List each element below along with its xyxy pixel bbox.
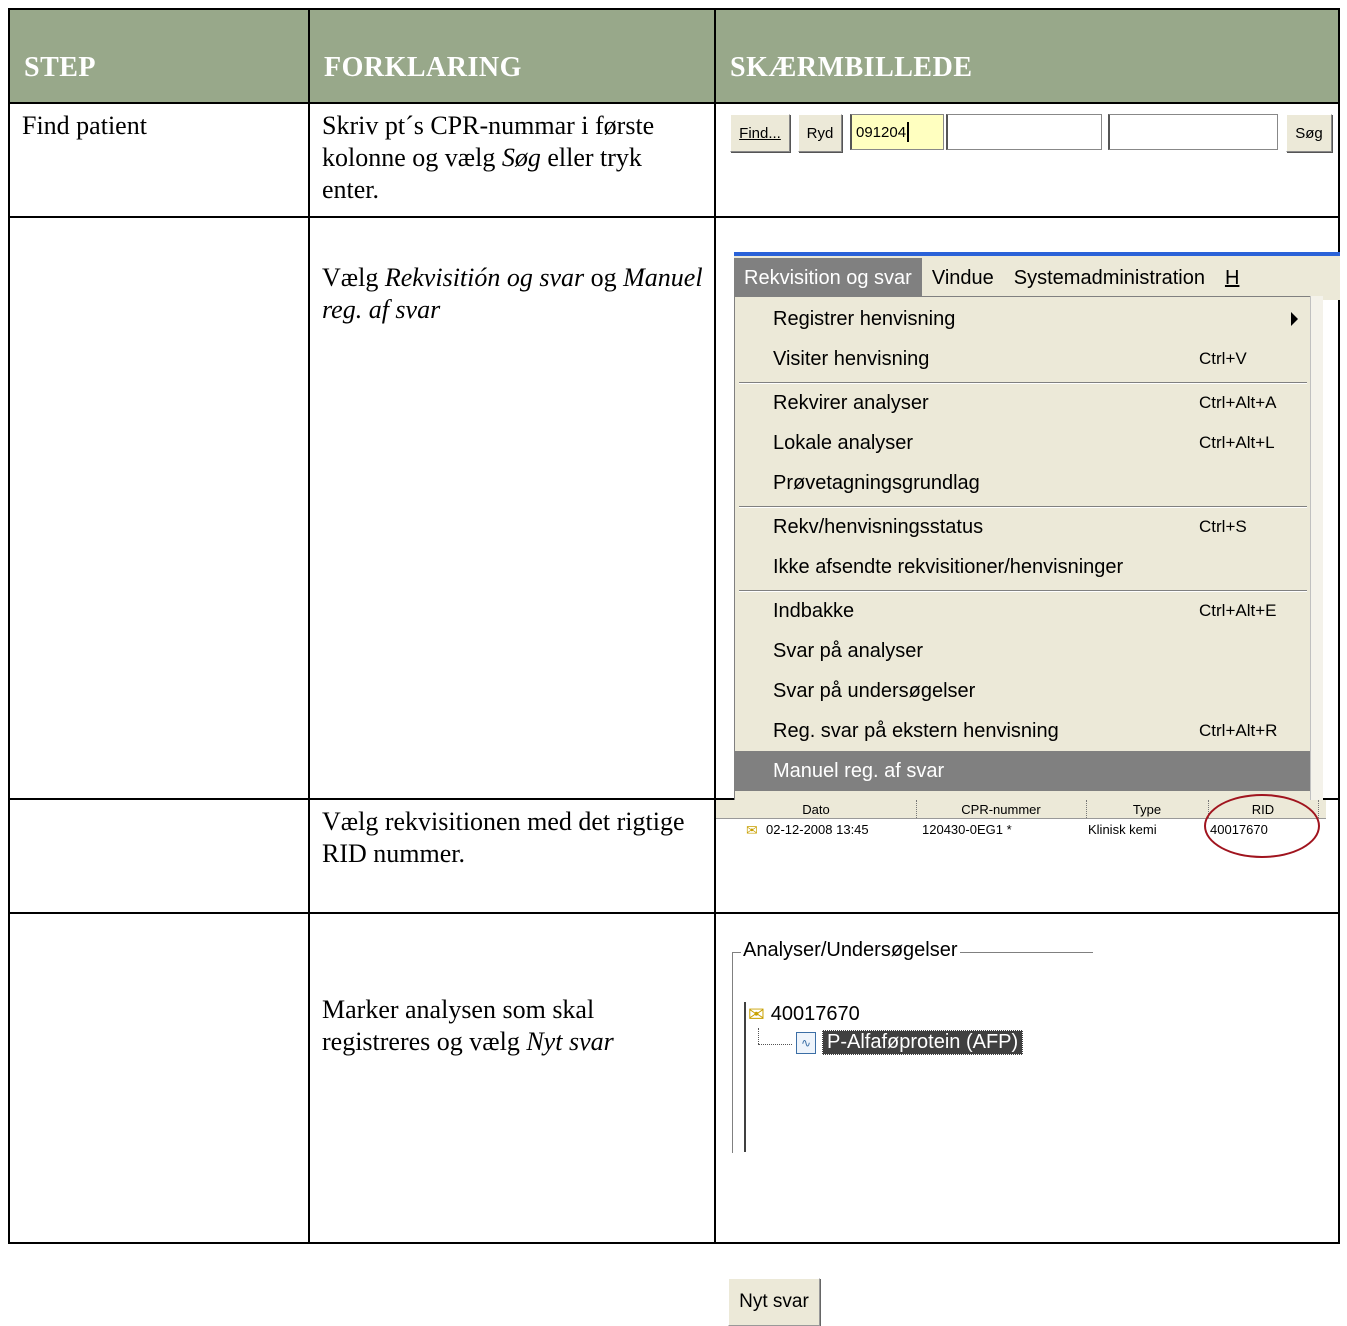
step-row-1: Find patient Skriv pt´s CPR-nummar i før… xyxy=(8,102,1340,218)
menu-screenshot: Rekvisition og svar Vindue Systemadminis… xyxy=(716,218,1340,812)
background-window-edge xyxy=(1310,296,1323,810)
menu-item-indbakke[interactable]: Indbakke Ctrl+Alt+E xyxy=(735,591,1311,631)
menu-bar: Rekvisition og svar Vindue Systemadminis… xyxy=(734,252,1340,300)
tree-node-root[interactable]: ✉ 40017670 xyxy=(748,1002,860,1027)
analysis-tree: ✉ 40017670 ∿ P-Alfaføprotein (AFP) xyxy=(744,1002,1092,1152)
menu-vindue[interactable]: Vindue xyxy=(922,258,1004,298)
explanation-cell: Marker analysen som skal registreres og … xyxy=(308,912,716,1244)
ryd-button[interactable]: Ryd xyxy=(798,114,842,152)
col-dato[interactable]: Dato xyxy=(716,800,917,818)
dropdown-menu: Registrer henvisning Visiter henvisning C… xyxy=(734,296,1312,812)
menu-item-provetagningsgrundlag[interactable]: Prøvetagningsgrundlag xyxy=(735,463,1311,503)
menu-item-reg-svar-ekstern[interactable]: Reg. svar på ekstern henvisning Ctrl+Alt+… xyxy=(735,711,1311,751)
step-cell xyxy=(8,798,310,914)
screenshot-cell: Analyser/Undersøgelser ✉ 40017670 ∿ P-Al… xyxy=(714,912,1340,1326)
header-step: STEP xyxy=(8,8,310,104)
step-row-3: Vælg rekvisitionen med det rigtige RID n… xyxy=(8,794,1340,914)
explanation-cell: Vælg rekvisitionen med det rigtige RID n… xyxy=(308,798,716,914)
step-row-2: Vælg Rekvisitión og svar og Manuel reg. … xyxy=(8,216,1340,812)
analysis-tree-screenshot: Analyser/Undersøgelser ✉ 40017670 ∿ P-Al… xyxy=(716,914,1338,1326)
extra-input[interactable] xyxy=(1108,114,1278,150)
analysis-icon: ∿ xyxy=(796,1031,816,1054)
submenu-arrow-icon xyxy=(1291,312,1298,326)
tree-node-afp[interactable]: ∿ P-Alfaføprotein (AFP) xyxy=(796,1030,1024,1055)
sog-button[interactable]: Søg xyxy=(1286,114,1332,152)
patient-search-bar: Find... Ryd 091204 Søg xyxy=(716,104,1338,216)
menu-h[interactable]: H xyxy=(1215,258,1249,298)
menu-item-registrer-henvisning[interactable]: Registrer henvisning xyxy=(735,299,1311,339)
find-button[interactable]: Find... xyxy=(730,114,790,152)
groupbox-label: Analyser/Undersøgelser xyxy=(741,939,960,962)
col-type[interactable]: Type xyxy=(1086,800,1209,818)
cpr-input[interactable]: 091204 xyxy=(850,114,944,150)
menu-item-rekvirer-analyser[interactable]: Rekvirer analyser Ctrl+Alt+A xyxy=(735,383,1311,423)
header-skaermbillede: SKÆRMBILLEDE xyxy=(714,8,1340,104)
menu-item-visiter-henvisning[interactable]: Visiter henvisning Ctrl+V xyxy=(735,339,1311,379)
menu-systemadministration[interactable]: Systemadministration xyxy=(1004,258,1215,298)
screenshot-cell: Find... Ryd 091204 Søg xyxy=(714,102,1340,218)
cell-dato: 02-12-2008 13:45 xyxy=(766,822,869,837)
step-row-4: Marker analysen som skal registreres og … xyxy=(8,912,1340,1326)
col-cpr-nummer[interactable]: CPR-nummer xyxy=(916,800,1087,818)
highlight-ellipse xyxy=(1204,794,1320,858)
header-row: STEP FORKLARING SKÆRMBILLEDE xyxy=(8,8,1340,104)
envelope-icon: ✉ xyxy=(746,822,758,838)
screenshot-cell: Dato CPR-nummer Type RID ✉ 02-12-2008 13… xyxy=(714,794,1340,914)
step-cell: Find patient xyxy=(8,102,310,218)
nyt-svar-button[interactable]: Nyt svar xyxy=(728,1278,820,1326)
explanation-cell: Vælg Rekvisitión og svar og Manuel reg. … xyxy=(308,216,716,800)
menu-rekvisition-og-svar[interactable]: Rekvisition og svar xyxy=(734,258,922,298)
steps-table: STEP FORKLARING SKÆRMBILLEDE Find patien… xyxy=(8,8,1340,1326)
envelope-icon: ✉ xyxy=(748,1004,765,1026)
tree-connector xyxy=(758,1044,792,1045)
menu-item-lokale-analyser[interactable]: Lokale analyser Ctrl+Alt+L xyxy=(735,423,1311,463)
cell-type: Klinisk kemi xyxy=(1088,822,1157,837)
menu-item-svar-paa-undersogelser[interactable]: Svar på undersøgelser xyxy=(735,671,1311,711)
menu-item-svar-paa-analyser[interactable]: Svar på analyser xyxy=(735,631,1311,671)
screenshot-cell: Rekvisition og svar Vindue Systemadminis… xyxy=(714,216,1340,812)
cell-cpr: 120430-0EG1 * xyxy=(922,822,1012,837)
step-cell xyxy=(8,912,310,1244)
tree-connector xyxy=(758,1028,759,1044)
requisition-grid: Dato CPR-nummer Type RID ✉ 02-12-2008 13… xyxy=(716,794,1338,912)
document: STEP FORKLARING SKÆRMBILLEDE Find patien… xyxy=(8,8,1340,1326)
header-forklaring: FORKLARING xyxy=(308,8,716,104)
menu-item-manuel-reg-af-svar[interactable]: Manuel reg. af svar xyxy=(735,751,1311,791)
menu-item-rekv-henvisningsstatus[interactable]: Rekv/henvisningsstatus Ctrl+S xyxy=(735,507,1311,547)
step-cell xyxy=(8,216,310,800)
explanation-cell: Skriv pt´s CPR-nummar i første kolonne o… xyxy=(308,102,716,218)
name-input[interactable] xyxy=(946,114,1102,150)
menu-item-ikke-afsendte[interactable]: Ikke afsendte rekvisitioner/henvisninger xyxy=(735,547,1311,587)
